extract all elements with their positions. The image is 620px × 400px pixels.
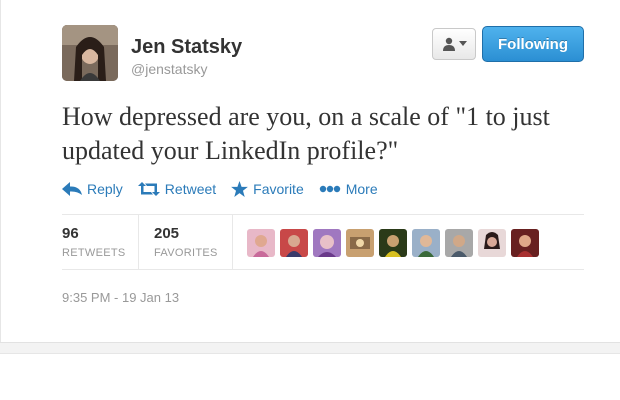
more-label: More	[345, 181, 378, 197]
favoriters-avatars	[232, 215, 539, 270]
retweet-label: Retweet	[164, 181, 217, 197]
favoriter-photo-icon	[346, 228, 374, 257]
favoriter-photo-icon	[412, 228, 440, 257]
user-icon	[442, 37, 455, 51]
favoriter-avatar[interactable]	[346, 228, 374, 257]
tweet-stats: 96 RETWEETS 205 FAVORITES	[62, 214, 584, 270]
favorites-label: FAVORITES	[154, 247, 218, 259]
favoriter-avatar[interactable]	[379, 228, 407, 257]
profile-photo-icon	[62, 25, 118, 81]
favoriter-avatar[interactable]	[412, 228, 440, 257]
retweet-action[interactable]: Retweet	[137, 181, 217, 197]
favoriter-avatar[interactable]	[478, 228, 506, 257]
favoriter-avatar[interactable]	[445, 228, 473, 257]
retweet-icon	[137, 182, 160, 196]
favoriter-photo-icon	[379, 228, 407, 257]
favoriter-photo-icon	[511, 228, 539, 257]
user-handle[interactable]: @jenstatsky	[131, 61, 207, 77]
retweets-stat[interactable]: 96 RETWEETS	[62, 215, 138, 270]
favorites-stat[interactable]: 205 FAVORITES	[138, 215, 232, 270]
avatar[interactable]	[62, 25, 118, 81]
reply-action[interactable]: Reply	[62, 181, 123, 197]
retweets-count: 96	[62, 225, 79, 242]
reply-icon	[62, 182, 82, 196]
reply-label: Reply	[87, 181, 123, 197]
favorite-label: Favorite	[253, 181, 304, 197]
more-dots-icon	[319, 185, 340, 193]
retweets-label: RETWEETS	[62, 247, 126, 259]
favoriter-avatar[interactable]	[511, 228, 539, 257]
favoriter-photo-icon	[313, 228, 341, 257]
caret-down-icon	[458, 41, 467, 46]
favoriter-photo-icon	[478, 228, 506, 257]
favorites-count: 205	[154, 225, 180, 242]
favoriter-avatar[interactable]	[313, 228, 341, 257]
tweet-card: Jen Statsky @jenstatsky Following How de…	[0, 0, 620, 342]
favoriter-photo-icon	[445, 228, 473, 257]
user-actions-button[interactable]	[432, 28, 476, 60]
card-footer-strip	[0, 342, 620, 354]
tweet-timestamp[interactable]: 9:35 PM - 19 Jan 13	[62, 290, 179, 305]
tweet-actions: Reply Retweet Favorite More	[62, 181, 393, 197]
favoriter-photo-icon	[280, 228, 308, 257]
more-action[interactable]: More	[319, 181, 378, 197]
favoriter-avatar[interactable]	[247, 228, 275, 257]
favoriter-photo-icon	[247, 228, 275, 257]
favorite-action[interactable]: Favorite	[231, 181, 304, 197]
favoriter-avatar[interactable]	[280, 228, 308, 257]
star-icon	[231, 181, 249, 197]
following-button[interactable]: Following	[482, 26, 584, 62]
tweet-text: How depressed are you, on a scale of "1 …	[62, 102, 550, 165]
user-name[interactable]: Jen Statsky	[131, 36, 242, 59]
